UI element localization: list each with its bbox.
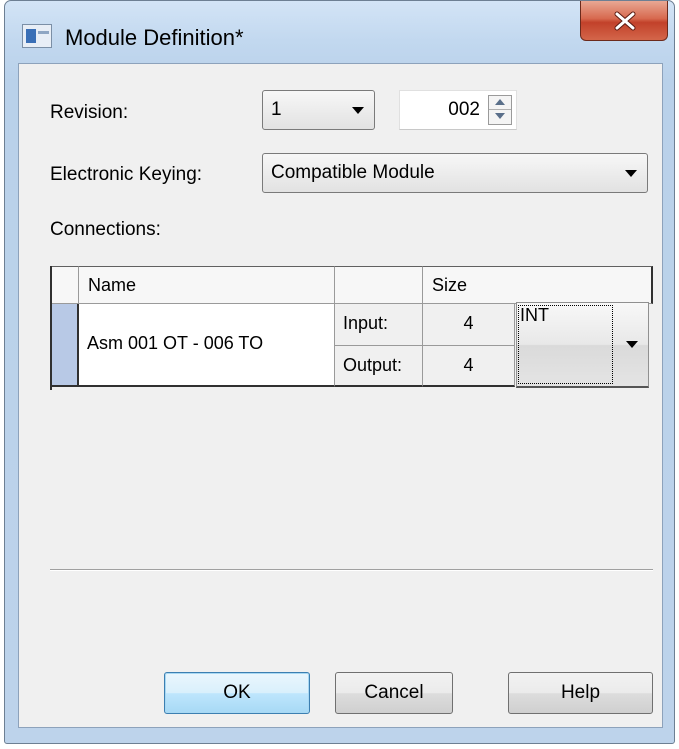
chevron-down-icon	[625, 170, 637, 177]
electronic-keying-value: Compatible Module	[271, 162, 435, 183]
output-label: Output:	[343, 355, 403, 375]
close-button[interactable]	[580, 1, 668, 41]
spin-up-icon[interactable]	[495, 99, 505, 105]
column-header-blank[interactable]	[335, 266, 423, 304]
electronic-keying-select[interactable]: Compatible Module	[262, 153, 648, 193]
revision-minor-spinner[interactable]: 002	[399, 90, 517, 130]
column-header-size-text: Size	[432, 275, 468, 295]
table-row[interactable]: Asm 001 OT - 006 TO	[79, 304, 335, 387]
electronic-keying-label: Electronic Keying:	[50, 164, 203, 185]
input-label: Input:	[343, 313, 389, 333]
revision-label: Revision:	[50, 102, 128, 124]
column-header-size[interactable]: Size	[423, 266, 653, 304]
column-header-name[interactable]: Name	[79, 266, 335, 304]
output-size-cell[interactable]: 4	[423, 346, 515, 387]
ok-button[interactable]: OK	[164, 672, 310, 714]
data-type-value: INT	[520, 305, 549, 325]
input-label-cell: Input:	[335, 304, 423, 346]
revision-major-value: 1	[271, 99, 282, 120]
module-app-icon	[22, 24, 52, 48]
output-label-cell: Output:	[335, 346, 423, 387]
chevron-down-icon	[626, 341, 638, 348]
row-selector[interactable]	[52, 304, 79, 387]
input-size-cell[interactable]: 4	[423, 304, 515, 346]
row-header-corner	[52, 266, 79, 304]
input-size: 4	[463, 313, 474, 333]
title-bar[interactable]: Module Definition*	[5, 1, 674, 63]
revision-label-text: Revision:	[50, 102, 129, 123]
module-definition-window: Module Definition* Revision: 1 002 Elect	[4, 0, 675, 744]
spin-down-icon[interactable]	[495, 113, 505, 119]
close-icon	[614, 11, 636, 31]
revision-major-select[interactable]: 1	[262, 90, 375, 130]
connection-name: Asm 001 OT - 006 TO	[87, 333, 264, 353]
window-title: Module Definition*	[65, 25, 244, 50]
cancel-button[interactable]: Cancel	[335, 672, 453, 714]
revision-minor-value: 002	[448, 99, 480, 120]
column-header-name-text: Name	[88, 275, 137, 295]
divider	[50, 569, 653, 571]
spinner-buttons[interactable]	[488, 95, 512, 125]
data-type-select[interactable]: INT	[516, 302, 649, 388]
dialog-body: Revision: 1 002 Electronic Keying: Compa…	[18, 63, 663, 728]
connections-table: Name Size Asm 001 OT - 006 TO Input: 4 O…	[50, 266, 653, 390]
help-button[interactable]: Help	[508, 672, 653, 714]
output-size: 4	[463, 355, 474, 375]
connections-label: Connections:	[50, 219, 161, 240]
chevron-down-icon	[352, 107, 364, 114]
